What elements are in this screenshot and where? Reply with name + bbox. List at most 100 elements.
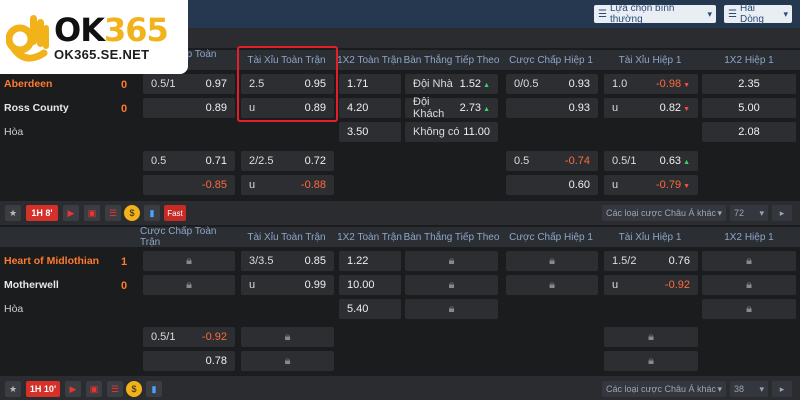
odds-cell[interactable]: u -0.79 ▼: [604, 175, 698, 195]
chevron-right-icon[interactable]: ▸: [772, 381, 792, 397]
lock-icon: 🔒︎: [604, 351, 698, 371]
stats-board-icon[interactable]: ☰: [105, 205, 121, 221]
live-time-badge: 1H 8': [26, 205, 58, 221]
chart-icon[interactable]: ▮: [146, 381, 162, 397]
odds-cell[interactable]: 3/3.5 0.85: [241, 251, 334, 271]
odds-cell[interactable]: 0.89: [143, 98, 235, 118]
draw-label: Hòa: [4, 303, 24, 315]
odds-cell[interactable]: 5.40: [339, 299, 401, 319]
away-team-name: Ross County: [4, 102, 69, 114]
more-markets-count[interactable]: 38 ▾: [730, 381, 768, 397]
list-icon: ☰: [598, 8, 607, 20]
odds-up-icon: ▲: [483, 82, 490, 89]
play-video-icon[interactable]: ▶: [63, 205, 79, 221]
col-header-next-goal: Bàn Thắng Tiếp Theo: [403, 231, 500, 243]
market-select[interactable]: Các loại cược Châu Á khác ▾: [602, 381, 726, 397]
display-mode-dropdown[interactable]: ☰ Lựa chọn bình thường ▾: [594, 3, 716, 25]
odds-cell[interactable]: 2.08: [702, 122, 796, 142]
col-header-over-under: Tài Xỉu Toàn Trận: [247, 231, 326, 243]
chart-icon[interactable]: ▮: [144, 205, 160, 221]
chevron-down-icon: ▾: [717, 207, 722, 218]
cashout-icon[interactable]: $: [126, 381, 142, 397]
display-mode-label: Lựa chọn bình thường: [609, 3, 675, 25]
odds-cell[interactable]: 2.35: [702, 74, 796, 94]
home-team-name: Heart of Midlothian: [4, 255, 100, 267]
red-card-icon[interactable]: ▣: [84, 205, 100, 221]
market-select[interactable]: Các loại cược Châu Á khác ▾: [602, 205, 726, 221]
odds-cell[interactable]: 1.22: [339, 251, 401, 271]
col-header-next-goal: Bàn Thắng Tiếp Theo: [403, 54, 500, 66]
col-header-handicap: Cược Chấp Toàn Trận: [140, 226, 217, 248]
list-icon: ☰: [728, 8, 737, 20]
more-markets-count[interactable]: 72 ▾: [730, 205, 768, 221]
odds-cell[interactable]: 0.5 -0.74: [506, 151, 598, 171]
chevron-down-icon: ▾: [759, 207, 764, 218]
odds-cell[interactable]: 0.5/1 0.97: [143, 74, 235, 94]
sort-label: Hai Dòng: [739, 3, 764, 25]
odds-cell[interactable]: 1.0 -0.98 ▼: [604, 74, 698, 94]
odds-cell[interactable]: 0.60: [506, 175, 598, 195]
brand-domain: OK365.SE.NET: [54, 46, 150, 62]
star-icon[interactable]: ★: [5, 381, 21, 397]
col-header-1x2: 1X2 Toàn Trận: [337, 231, 402, 243]
stats-board-icon[interactable]: ☰: [107, 381, 123, 397]
col-header-over-under-1h: Tài Xỉu Hiệp 1: [618, 54, 682, 66]
odds-down-icon: ▼: [683, 106, 690, 113]
odds-cell[interactable]: u -0.88: [241, 175, 334, 195]
col-header-over-under-1h: Tài Xỉu Hiệp 1: [618, 231, 682, 243]
odds-cell[interactable]: 2/2.5 0.72: [241, 151, 334, 171]
star-icon[interactable]: ★: [5, 205, 21, 221]
home-score: 1: [121, 256, 128, 268]
odds-cell[interactable]: 0.5 0.71: [143, 151, 235, 171]
chevron-down-icon: ▾: [717, 383, 722, 394]
odds-cell[interactable]: 1.5/2 0.76: [604, 251, 698, 271]
cashout-icon[interactable]: $: [124, 205, 140, 221]
odds-cell[interactable]: 10.00: [339, 275, 401, 295]
col-header-handicap-1h: Cược Chấp Hiệp 1: [509, 54, 593, 66]
lock-icon: 🔒︎: [506, 275, 598, 295]
lock-icon: 🔒︎: [702, 299, 796, 319]
away-score: 0: [121, 103, 128, 115]
odds-cell[interactable]: Đội Nhà 1.52 ▲: [405, 74, 498, 94]
odds-table-screen: ☰ Lựa chọn bình thường ▾ ☰ Hai Dòng ▾ OK…: [0, 0, 800, 400]
sort-dropdown[interactable]: ☰ Hai Dòng ▾: [724, 3, 792, 25]
league-divider: [0, 227, 140, 247]
col-header-1x2-1h: 1X2 Hiệp 1: [724, 231, 774, 243]
odds-cell[interactable]: 4.20: [339, 98, 401, 118]
highlight-box: [237, 46, 338, 122]
col-header-handicap-1h: Cược Chấp Hiệp 1: [509, 231, 593, 243]
red-card-icon[interactable]: ▣: [86, 381, 102, 397]
draw-label: Hòa: [4, 126, 24, 138]
col-header-1x2: 1X2 Toàn Trận: [337, 54, 402, 66]
live-time-badge: 1H 10': [26, 381, 60, 397]
fast-bet-button[interactable]: Fast: [164, 205, 186, 221]
lock-icon: 🔒︎: [241, 327, 334, 347]
odds-cell[interactable]: u 0.99: [241, 275, 334, 295]
odds-cell[interactable]: 5.00: [702, 98, 796, 118]
lock-icon: 🔒︎: [702, 251, 796, 271]
lock-icon: 🔒︎: [405, 299, 498, 319]
odds-cell[interactable]: 0.78: [143, 351, 235, 371]
col-header-1x2-1h: 1X2 Hiệp 1: [724, 54, 774, 66]
odds-cell[interactable]: Không có 11.00: [405, 122, 498, 142]
odds-cell[interactable]: Đội Khách 2.73 ▲: [405, 96, 498, 120]
odds-cell[interactable]: -0.85: [143, 175, 235, 195]
odds-cell[interactable]: u 0.82 ▼: [604, 98, 698, 118]
odds-cell[interactable]: 0.93: [506, 98, 598, 118]
lock-icon: 🔒︎: [604, 327, 698, 347]
odds-cell[interactable]: 1.71: [339, 74, 401, 94]
odds-cell[interactable]: u -0.92: [604, 275, 698, 295]
play-video-icon[interactable]: ▶: [65, 381, 81, 397]
odds-cell[interactable]: 0.5/1 -0.92: [143, 327, 235, 347]
chevron-right-icon[interactable]: ▸: [772, 205, 792, 221]
odds-cell[interactable]: 0/0.5 0.93: [506, 74, 598, 94]
brand-logo: OK365 OK365.SE.NET: [0, 0, 188, 74]
odds-down-icon: ▼: [683, 183, 690, 190]
lock-icon: 🔒︎: [702, 275, 796, 295]
brand-name: OK365: [54, 10, 169, 49]
odds-cell[interactable]: 3.50: [339, 122, 401, 142]
odds-cell[interactable]: 0.5/1 0.63 ▲: [604, 151, 698, 171]
lock-icon: 🔒︎: [506, 251, 598, 271]
lock-icon: 🔒︎: [405, 275, 498, 295]
chevron-down-icon: ▾: [783, 8, 788, 19]
